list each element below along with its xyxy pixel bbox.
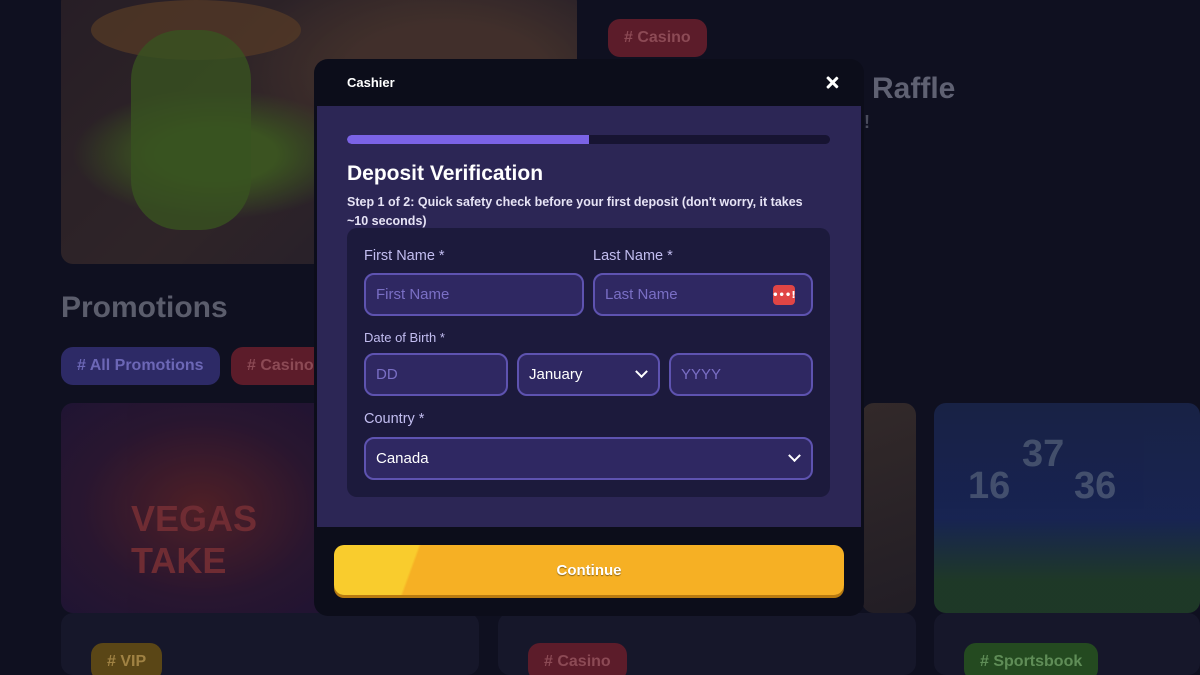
jersey-number: 37 [1022, 433, 1065, 475]
first-name-label: First Name * [364, 248, 445, 264]
dob-year-input[interactable] [669, 353, 813, 396]
raffle-title: Raffle [872, 72, 956, 105]
modal-body: Deposit Verification Step 1 of 2: Quick … [317, 106, 861, 527]
card-tag-sportsbook[interactable]: # Sportsbook [964, 643, 1099, 675]
close-icon[interactable] [823, 74, 841, 92]
card-tag-vip[interactable]: # VIP [91, 643, 163, 675]
chevron-down-icon [788, 449, 801, 463]
filter-all-promotions[interactable]: # All Promotions [61, 347, 220, 385]
first-name-input[interactable] [364, 273, 584, 316]
promo-card-vegas[interactable]: VEGAS TAKE [61, 403, 341, 613]
dob-month-select[interactable]: January [517, 353, 660, 396]
country-select[interactable]: Canada [364, 437, 813, 480]
hero-casino-tag[interactable]: # Casino [608, 19, 707, 57]
promo-card-soccer[interactable]: 37 36 16 [934, 403, 1200, 613]
progress-bar-fill [347, 135, 589, 144]
country-value: Canada [376, 450, 429, 467]
last-name-label: Last Name * [593, 248, 673, 264]
progress-bar [347, 135, 830, 144]
promo-card-middle[interactable] [862, 403, 916, 613]
dob-label: Date of Birth * [364, 330, 445, 345]
cactus-shape [131, 30, 251, 230]
step-description: Step 1 of 2: Quick safety check before y… [347, 195, 803, 228]
promotions-title: Promotions [61, 291, 228, 324]
chevron-down-icon [635, 365, 648, 379]
card-tag-casino[interactable]: # Casino [528, 643, 627, 675]
modal-header: Cashier [314, 59, 864, 106]
country-label: Country * [364, 411, 425, 427]
cashier-modal: Cashier Deposit Verification Step 1 of 2… [314, 59, 864, 616]
page-title: Deposit Verification [347, 162, 544, 185]
modal-title: Cashier [347, 75, 395, 90]
vegas-sign-text: VEGAS TAKE [131, 498, 258, 581]
dob-month-value: January [529, 366, 583, 383]
continue-button[interactable]: Continue [334, 545, 844, 595]
password-manager-icon[interactable]: •••! [772, 285, 796, 305]
verification-form: First Name * Last Name * •••! Date of Bi… [347, 228, 830, 497]
dob-day-input[interactable] [364, 353, 508, 396]
jersey-number: 16 [968, 465, 1011, 507]
jersey-number: 36 [1074, 465, 1117, 507]
